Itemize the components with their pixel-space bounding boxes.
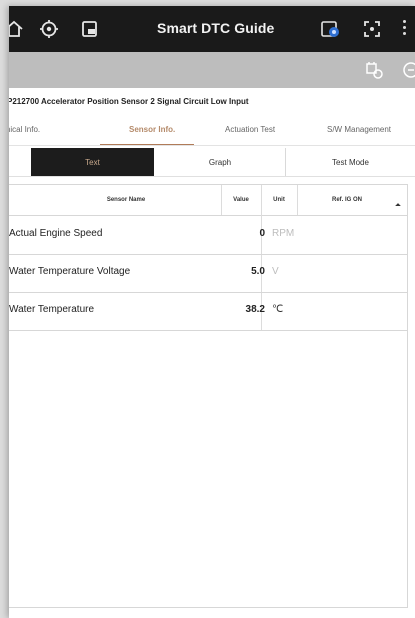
sensor-value: 5.0 <box>251 266 265 277</box>
app-title: Smart DTC Guide <box>157 20 275 36</box>
divider <box>9 145 415 146</box>
tab-sensor-info[interactable]: Sensor Info. <box>129 125 175 134</box>
sensor-name: Actual Engine Speed <box>9 228 103 239</box>
table-row[interactable]: Water Temperature 38.2 ℃ <box>9 292 407 331</box>
vehicle-connect-icon[interactable] <box>79 18 101 40</box>
settings-icon[interactable] <box>38 18 60 40</box>
header-unit[interactable]: Unit <box>261 185 297 215</box>
divider <box>9 176 415 177</box>
header-sensor-name[interactable]: Sensor Name <box>31 185 221 215</box>
mode-graph-button[interactable]: Graph <box>155 148 285 176</box>
table-row[interactable]: Water Temperature Voltage 5.0 V <box>9 254 407 293</box>
dtc-title: P212700 Accelerator Position Sensor 2 Si… <box>9 97 249 106</box>
column-divider <box>221 185 222 215</box>
tab-bar: Technical Info. Sensor Info. Actuation T… <box>9 118 415 146</box>
top-bar: Smart DTC Guide <box>9 6 415 52</box>
mode-text-button[interactable]: Text <box>31 148 154 176</box>
sensor-unit: ℃ <box>272 304 284 315</box>
header-value[interactable]: Value <box>221 185 261 215</box>
sensor-table: Sensor Name Value Unit Ref. IG ON Actual… <box>9 184 408 608</box>
sensor-name: Water Temperature Voltage <box>9 266 131 277</box>
tab-technical-info[interactable]: Technical Info. <box>9 125 40 134</box>
tab-actuation-test[interactable]: Actuation Test <box>225 125 275 134</box>
sensor-unit: V <box>272 266 279 277</box>
home-icon[interactable] <box>9 18 25 40</box>
sensor-value: 0 <box>259 228 265 239</box>
tab-sw-management[interactable]: S/W Management <box>327 125 391 134</box>
toolbar <box>9 52 415 88</box>
screen-capture-icon[interactable] <box>361 18 383 40</box>
sensor-name: Water Temperature <box>9 304 95 315</box>
vehicle-scan-icon[interactable] <box>364 61 384 79</box>
more-menu-icon[interactable] <box>403 18 407 40</box>
column-divider <box>297 185 298 215</box>
refresh-icon[interactable] <box>401 61 415 79</box>
mode-test-mode-button[interactable]: Test Mode <box>286 148 415 176</box>
cloud-icon[interactable] <box>319 18 341 40</box>
app-window: Smart DTC Guide P212700 Accelerator Posi… <box>9 6 415 618</box>
sensor-unit: RPM <box>272 228 295 239</box>
header-ref-ig-on[interactable]: Ref. IG ON <box>297 185 397 215</box>
sensor-value: 38.2 <box>245 304 265 315</box>
table-row[interactable]: Actual Engine Speed 0 RPM <box>9 216 407 255</box>
